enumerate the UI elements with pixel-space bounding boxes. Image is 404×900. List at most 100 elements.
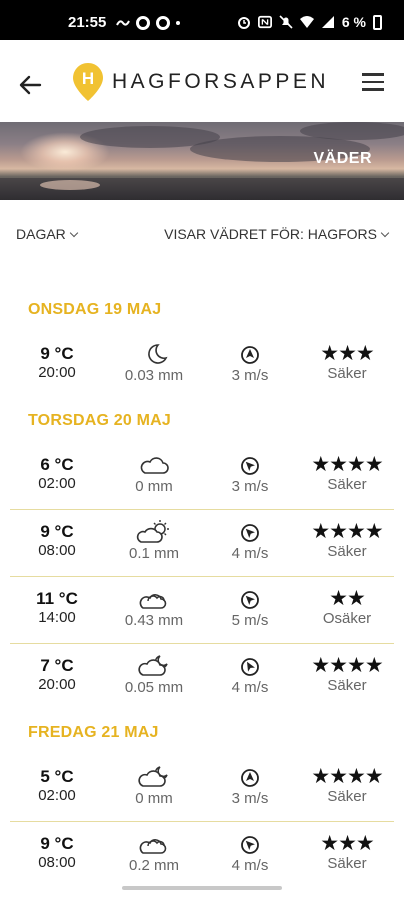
- chevron-down-icon: [69, 228, 79, 238]
- reliability-cell: ★★★ Säker: [302, 332, 392, 399]
- weather-cell: 0.1 mm: [112, 510, 196, 577]
- reliability-label: Säker: [327, 476, 367, 493]
- cloud-moon-icon: [138, 655, 168, 676]
- wind-direction-icon: [241, 457, 259, 475]
- star-rating-icon: ★★★★: [311, 520, 383, 543]
- wind-cell: 4 m/s: [214, 510, 286, 577]
- forecast-time: 02:00: [38, 787, 76, 804]
- cloud-icon: [140, 457, 169, 474]
- wind-speed: 4 m/s: [231, 857, 269, 874]
- star-rating-icon: ★★★: [320, 342, 374, 365]
- precipitation: 0.03 mm: [124, 367, 184, 384]
- cloud-shape: [300, 122, 404, 140]
- cloud-moon-icon: [138, 766, 168, 787]
- reliability-cell: ★★★★ Säker: [302, 443, 392, 510]
- notification-icons: [116, 16, 180, 30]
- wind-speed: 4 m/s: [231, 679, 269, 696]
- reliability-label: Säker: [327, 543, 367, 560]
- temperature-cell: 9 °C 08:00: [22, 822, 92, 889]
- wind-cell: 3 m/s: [214, 443, 286, 510]
- weather-cell: 0.05 mm: [112, 644, 196, 711]
- clouds-icon: [139, 839, 167, 854]
- star-rating-icon: ★★★★: [311, 654, 383, 677]
- chevron-down-icon: [380, 228, 390, 238]
- wind-speed: 3 m/s: [231, 478, 269, 495]
- moon-icon: [148, 344, 168, 364]
- logo-letter: H: [82, 69, 94, 88]
- weather-cell: 0 mm: [112, 755, 196, 822]
- wind-cell: 4 m/s: [214, 644, 286, 711]
- forecast-row[interactable]: 7 °C 20:00 0.05 mm 4 m/s ★★★★ Säker: [10, 644, 394, 711]
- star-rating-icon: ★★★★: [311, 453, 383, 476]
- reliability-label: Säker: [327, 788, 367, 805]
- temperature: 9 °C: [40, 344, 74, 363]
- forecast-row[interactable]: 6 °C 02:00 0 mm 3 m/s ★★★★ Säker: [10, 443, 394, 510]
- hamburger-menu-icon[interactable]: [362, 73, 384, 91]
- forecast-row[interactable]: 9 °C 20:00 0.03 mm 3 m/s ★★★ Säker: [10, 332, 394, 399]
- brand-name: HAGFORSAPPEN: [112, 70, 330, 93]
- reliability-cell: ★★★★ Säker: [302, 755, 392, 822]
- ring-icon: [156, 16, 170, 30]
- wind-speed: 3 m/s: [231, 790, 269, 807]
- brand-logo[interactable]: H HAGFORSAPPEN: [72, 62, 329, 102]
- reliability-cell: ★★ Osäker: [302, 577, 392, 644]
- reliability-label: Osäker: [322, 610, 372, 627]
- range-dropdown[interactable]: DAGAR: [16, 226, 79, 242]
- weather-cell: 0.03 mm: [112, 332, 196, 399]
- more-notifications-dot: [176, 21, 180, 25]
- reliability-cell: ★★★★ Säker: [302, 510, 392, 577]
- forecast-time: 08:00: [38, 854, 76, 871]
- weather-cell: 0.43 mm: [112, 577, 196, 644]
- star-rating-icon: ★★: [329, 587, 366, 610]
- temperature: 6 °C: [40, 455, 74, 474]
- temperature-cell: 6 °C 02:00: [22, 443, 92, 510]
- precipitation: 0.2 mm: [128, 857, 179, 874]
- forecast-row[interactable]: 5 °C 02:00 0 mm 3 m/s ★★★★ Säker: [10, 755, 394, 822]
- weather-cell: 0.2 mm: [112, 822, 196, 889]
- wind-cell: 3 m/s: [214, 755, 286, 822]
- location-pin-logo-icon: H: [73, 63, 103, 101]
- weather-banner-image: VÄDER: [0, 122, 404, 200]
- temperature-cell: 5 °C 02:00: [22, 755, 92, 822]
- wind-speed: 3 m/s: [231, 367, 269, 384]
- forecast-time: 20:00: [38, 676, 76, 693]
- temperature: 11 °C: [36, 589, 78, 608]
- home-indicator[interactable]: [122, 886, 282, 890]
- precipitation: 0.05 mm: [124, 679, 184, 696]
- wind-direction-icon: [241, 591, 259, 609]
- temperature: 7 °C: [40, 656, 74, 675]
- star-rating-icon: ★★★★: [311, 765, 383, 788]
- battery-icon: [373, 14, 382, 30]
- day-header: FREDAG 21 MAJ: [28, 724, 159, 741]
- reliability-label: Säker: [327, 677, 367, 694]
- signal-icon: [321, 16, 334, 28]
- temperature-cell: 7 °C 20:00: [22, 644, 92, 711]
- weather-cell: 0 mm: [112, 443, 196, 510]
- wind-cell: 5 m/s: [214, 577, 286, 644]
- forecast-row[interactable]: 9 °C 08:00 0.2 mm 4 m/s ★★★ Säker: [10, 822, 394, 889]
- nfc-icon: [257, 15, 272, 29]
- reliability-label: Säker: [327, 365, 367, 382]
- day-header: ONSDAG 19 MAJ: [28, 301, 162, 318]
- range-dropdown-label: DAGAR: [16, 226, 66, 242]
- wind-direction-icon: [241, 836, 259, 854]
- wind-speed: 5 m/s: [231, 612, 269, 629]
- reliability-cell: ★★★★ Säker: [302, 644, 392, 711]
- mute-icon: [279, 15, 293, 29]
- forecast-time: 20:00: [38, 364, 76, 381]
- precipitation: 0.43 mm: [124, 612, 184, 629]
- day-header: TORSDAG 20 MAJ: [28, 412, 171, 429]
- ring-icon: [136, 16, 150, 30]
- back-arrow-icon[interactable]: [18, 74, 42, 96]
- precipitation: 0 mm: [135, 478, 173, 495]
- wind-direction-icon: [241, 769, 259, 787]
- water-glint: [40, 180, 100, 190]
- status-time: 21:55: [68, 14, 107, 31]
- temperature: 9 °C: [40, 522, 74, 541]
- location-dropdown[interactable]: VISAR VÄDRET FÖR: HAGFORS: [164, 226, 390, 242]
- page-title: VÄDER: [313, 150, 372, 167]
- forecast-time: 14:00: [38, 609, 76, 626]
- forecast-row[interactable]: 9 °C 08:00 0.1 mm 4 m/s ★★★★ Säker: [10, 510, 394, 577]
- temperature: 9 °C: [40, 834, 74, 853]
- forecast-row[interactable]: 11 °C 14:00 0.43 mm 5 m/s ★★ Osäker: [10, 577, 394, 644]
